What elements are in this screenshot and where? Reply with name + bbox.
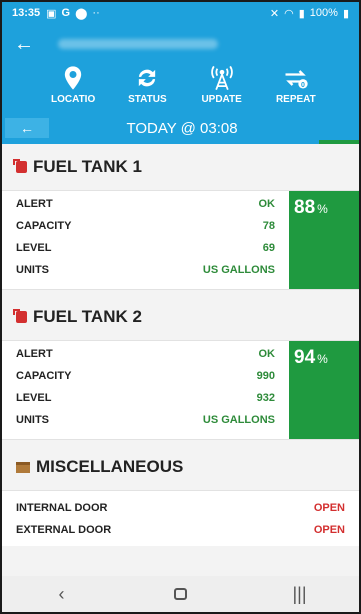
wifi-icon: ◠ bbox=[284, 7, 294, 20]
phone-screen: 13:35 ▣ G ⬤ ·· ✕ ◠ ▮ 100% ▮ ← LOCATIO ST… bbox=[0, 0, 361, 614]
app-bar: ← bbox=[2, 24, 359, 64]
more-notifications-icon: ·· bbox=[92, 7, 100, 19]
battery-icon: ▮ bbox=[342, 7, 349, 20]
refresh-icon bbox=[139, 69, 156, 87]
action-toolbar: LOCATIO STATUS UPDATE 0 REPEAT bbox=[2, 64, 359, 112]
box-icon bbox=[16, 461, 30, 473]
nav-home-icon[interactable] bbox=[161, 584, 201, 605]
repeat-button[interactable]: 0 REPEAT bbox=[266, 64, 326, 112]
tank1-card: ALERT OK CAPACITY 78 LEVEL 69 UNITS US GALLO… bbox=[2, 190, 359, 290]
data-row: UNITS US GALLONS bbox=[16, 414, 275, 426]
date-bar: ← TODAY @ 03:08 bbox=[2, 112, 359, 144]
gauge-unit: % bbox=[317, 202, 328, 216]
main-content[interactable]: FUEL TANK 1 ALERT OK CAPACITY 78 LEVEL 69 U… bbox=[2, 144, 359, 576]
location-button[interactable]: LOCATIO bbox=[43, 64, 103, 112]
gauge-unit: % bbox=[317, 352, 328, 366]
data-row: ALERT OK bbox=[16, 198, 275, 210]
data-row: CAPACITY 78 bbox=[16, 220, 275, 232]
date-label: TODAY @ 03:08 bbox=[126, 119, 238, 137]
signal-icon: ▮ bbox=[298, 7, 305, 20]
data-row: LEVEL 932 bbox=[16, 392, 275, 404]
section-title: FUEL TANK 2 bbox=[33, 307, 142, 326]
data-row: INTERNAL DOOR OPEN bbox=[16, 502, 345, 514]
battery-percent: 100% bbox=[309, 7, 338, 19]
level-gauge: 94% bbox=[289, 341, 359, 439]
repeat-icon: 0 bbox=[285, 70, 308, 89]
update-button[interactable]: UPDATE bbox=[192, 64, 252, 112]
data-row: CAPACITY 990 bbox=[16, 370, 275, 382]
status-button[interactable]: STATUS bbox=[117, 64, 177, 112]
arrow-left-icon[interactable]: ← bbox=[14, 33, 38, 56]
status-label: STATUS bbox=[128, 94, 167, 105]
system-nav-bar: ‹ ||| bbox=[2, 576, 359, 612]
arrow-left-icon: ← bbox=[20, 120, 34, 136]
section-header-tank2: FUEL TANK 2 bbox=[2, 294, 359, 340]
nav-back-icon[interactable]: ‹ bbox=[42, 584, 82, 605]
gauge-value: 94 bbox=[294, 347, 316, 368]
blurred-title bbox=[58, 39, 218, 49]
status-bar: 13:35 ▣ G ⬤ ·· ✕ ◠ ▮ 100% ▮ bbox=[2, 2, 359, 24]
section-header-tank1: FUEL TANK 1 bbox=[2, 144, 359, 190]
mute-icon: ✕ bbox=[269, 7, 280, 20]
location-pin-icon bbox=[64, 66, 82, 90]
section-title: FUEL TANK 1 bbox=[33, 157, 142, 176]
section-title: MISCELLANEOUS bbox=[36, 457, 184, 476]
status-time: 13:35 bbox=[12, 7, 41, 19]
antenna-icon bbox=[210, 65, 233, 90]
repeat-label: REPEAT bbox=[275, 94, 316, 105]
data-row: EXTERNAL DOOR OPEN bbox=[16, 524, 345, 536]
location-label: LOCATIO bbox=[50, 94, 96, 105]
location-small-icon: ⬤ bbox=[75, 7, 88, 20]
gallery-icon: ▣ bbox=[46, 7, 57, 20]
misc-card: INTERNAL DOOR OPEN EXTERNAL DOOR OPEN bbox=[2, 490, 359, 546]
svg-text:0: 0 bbox=[301, 82, 305, 89]
fuel-can-icon bbox=[13, 159, 27, 173]
nav-recents-icon[interactable]: ||| bbox=[280, 584, 320, 605]
level-gauge: 88% bbox=[289, 191, 359, 289]
data-row: LEVEL 69 bbox=[16, 242, 275, 254]
google-icon: G bbox=[61, 7, 71, 19]
data-row: UNITS US GALLONS bbox=[16, 264, 275, 276]
update-label: UPDATE bbox=[201, 94, 242, 105]
gauge-value: 88 bbox=[294, 197, 316, 218]
tank2-card: ALERT OK CAPACITY 990 LEVEL 932 UNITS US GAL… bbox=[2, 340, 359, 440]
fuel-can-icon bbox=[13, 309, 27, 323]
data-row: ALERT OK bbox=[16, 348, 275, 360]
section-header-misc: MISCELLANEOUS bbox=[2, 444, 359, 490]
date-back-button[interactable]: ← bbox=[5, 118, 49, 138]
